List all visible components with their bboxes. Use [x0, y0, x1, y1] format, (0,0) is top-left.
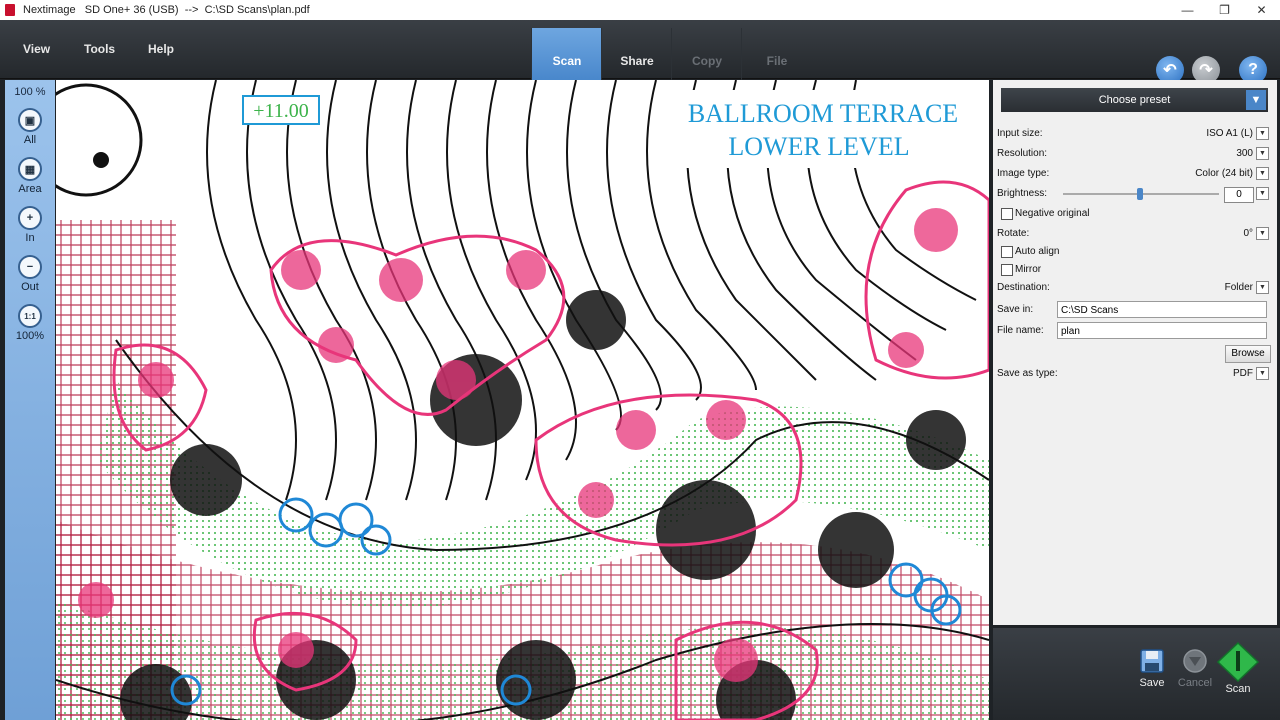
- scan-icon: [1216, 641, 1260, 683]
- preset-label: Choose preset: [1098, 94, 1171, 106]
- image-type-dropdown-icon[interactable]: ▼: [1256, 167, 1269, 180]
- input-size-label: Input size:: [997, 128, 1043, 139]
- save-label: Save: [1139, 677, 1165, 689]
- destination-label: Destination:: [997, 282, 1050, 293]
- zoom-in-button[interactable]: + In: [5, 206, 55, 244]
- close-icon[interactable]: ✕: [1243, 0, 1280, 20]
- rotate-dropdown-icon[interactable]: ▼: [1256, 227, 1269, 240]
- rotate-value[interactable]: 0°: [1243, 228, 1253, 239]
- zoom-out-icon: −: [18, 255, 42, 279]
- save-as-dropdown-icon[interactable]: ▼: [1256, 367, 1269, 380]
- mirror-row: Mirror: [1001, 262, 1269, 278]
- elevation-label: +11.00: [253, 100, 309, 122]
- save-as-row: Save as type: PDF ▼: [997, 366, 1269, 382]
- scan-preview[interactable]: +11.00 BALLROOM TERRACE LOWER LEVEL: [56, 80, 989, 720]
- zoom-all-button[interactable]: ▣ All: [5, 108, 55, 146]
- zoom-all-icon: ▣: [18, 108, 42, 132]
- rotate-row: Rotate: 0° ▼: [997, 226, 1269, 242]
- plan-drawing: +11.00 BALLROOM TERRACE LOWER LEVEL: [56, 80, 989, 720]
- mirror-checkbox[interactable]: [1001, 264, 1013, 276]
- brightness-dropdown-icon[interactable]: ▼: [1256, 187, 1269, 200]
- save-as-value[interactable]: PDF: [1233, 368, 1253, 379]
- input-size-row: Input size: ISO A1 (L) ▼: [997, 126, 1269, 142]
- chevron-down-icon[interactable]: ▼: [1246, 90, 1266, 110]
- preset-dropdown[interactable]: Choose preset ▼: [1001, 88, 1268, 112]
- menu-help[interactable]: Help: [148, 42, 174, 56]
- zoom-area-button[interactable]: ▦ Area: [5, 157, 55, 195]
- menu-view[interactable]: View: [23, 42, 50, 56]
- input-size-dropdown-icon[interactable]: ▼: [1256, 127, 1269, 140]
- image-type-row: Image type: Color (24 bit) ▼: [997, 166, 1269, 182]
- destination-dropdown-icon[interactable]: ▼: [1256, 281, 1269, 294]
- image-type-value[interactable]: Color (24 bit): [1195, 168, 1253, 179]
- menu-bar: View Tools Help Scan Share Copy File ↶ ↷…: [0, 20, 1280, 94]
- save-in-field[interactable]: C:\SD Scans: [1057, 301, 1267, 318]
- negative-label: Negative original: [1015, 208, 1090, 219]
- resolution-label: Resolution:: [997, 148, 1048, 159]
- resolution-row: Resolution: 300 ▼: [997, 146, 1269, 162]
- resolution-dropdown-icon[interactable]: ▼: [1256, 147, 1269, 160]
- zoom-100-icon: 1:1: [18, 304, 42, 328]
- negative-row: Negative original: [1001, 206, 1269, 222]
- input-size-value[interactable]: ISO A1 (L): [1206, 128, 1253, 139]
- zoom-all-label: All: [23, 134, 37, 146]
- minimize-icon[interactable]: —: [1169, 0, 1206, 20]
- brightness-label: Brightness:: [997, 188, 1048, 199]
- title-bar: Nextimage SD One+ 36 (USB) --> C:\SD Sca…: [0, 0, 1280, 20]
- plan-title-line1: BALLROOM TERRACE: [688, 99, 958, 128]
- cancel-icon: [1183, 649, 1207, 673]
- cancel-button[interactable]: Cancel: [1173, 648, 1217, 689]
- action-bar: Save Cancel Scan: [993, 628, 1280, 720]
- zoom-100-label: 100%: [15, 330, 45, 342]
- browse-button[interactable]: Browse: [1225, 345, 1271, 363]
- mirror-label: Mirror: [1015, 264, 1042, 275]
- zoom-in-label: In: [25, 232, 35, 244]
- brightness-input[interactable]: 0: [1224, 187, 1254, 203]
- zoom-100-button[interactable]: 1:1 100%: [5, 304, 55, 342]
- destination-row: Destination: Folder ▼: [997, 280, 1269, 296]
- scan-button[interactable]: Scan: [1216, 641, 1260, 695]
- image-type-label: Image type:: [997, 168, 1050, 179]
- plan-title-line2: LOWER LEVEL: [728, 132, 909, 161]
- window-title: Nextimage SD One+ 36 (USB) --> C:\SD Sca…: [23, 4, 310, 16]
- auto-align-checkbox[interactable]: [1001, 246, 1013, 258]
- file-name-label: File name:: [997, 325, 1044, 336]
- brightness-slider[interactable]: [1063, 188, 1219, 200]
- save-in-label: Save in:: [997, 304, 1034, 315]
- zoom-area-label: Area: [18, 183, 42, 195]
- cancel-label: Cancel: [1177, 677, 1213, 689]
- save-as-label: Save as type:: [997, 368, 1058, 379]
- destination-value[interactable]: Folder: [1225, 282, 1253, 293]
- zoom-out-button[interactable]: − Out: [5, 255, 55, 293]
- zoom-level: 100 %: [14, 86, 46, 98]
- zoom-in-icon: +: [18, 206, 42, 230]
- rotate-label: Rotate:: [997, 228, 1030, 239]
- file-name-field[interactable]: plan: [1057, 322, 1267, 339]
- menu-tools[interactable]: Tools: [84, 42, 115, 56]
- floppy-icon: [1140, 649, 1164, 673]
- auto-align-row: Auto align: [1001, 244, 1269, 260]
- zoom-area-icon: ▦: [18, 157, 42, 181]
- resolution-value[interactable]: 300: [1236, 148, 1253, 159]
- negative-checkbox[interactable]: [1001, 208, 1013, 220]
- scan-label: Scan: [1225, 683, 1251, 695]
- auto-align-label: Auto align: [1015, 246, 1060, 257]
- zoom-toolbar: 100 % ▣ All ▦ Area + In − Out 1:1 100%: [5, 80, 55, 720]
- save-button[interactable]: Save: [1130, 648, 1174, 689]
- restore-icon[interactable]: ❐: [1206, 0, 1243, 20]
- app-logo-icon: [5, 4, 15, 16]
- brightness-slider-thumb[interactable]: [1137, 188, 1143, 200]
- zoom-out-label: Out: [21, 281, 39, 293]
- scan-settings-panel: Choose preset ▼ Input size: ISO A1 (L) ▼…: [993, 80, 1277, 625]
